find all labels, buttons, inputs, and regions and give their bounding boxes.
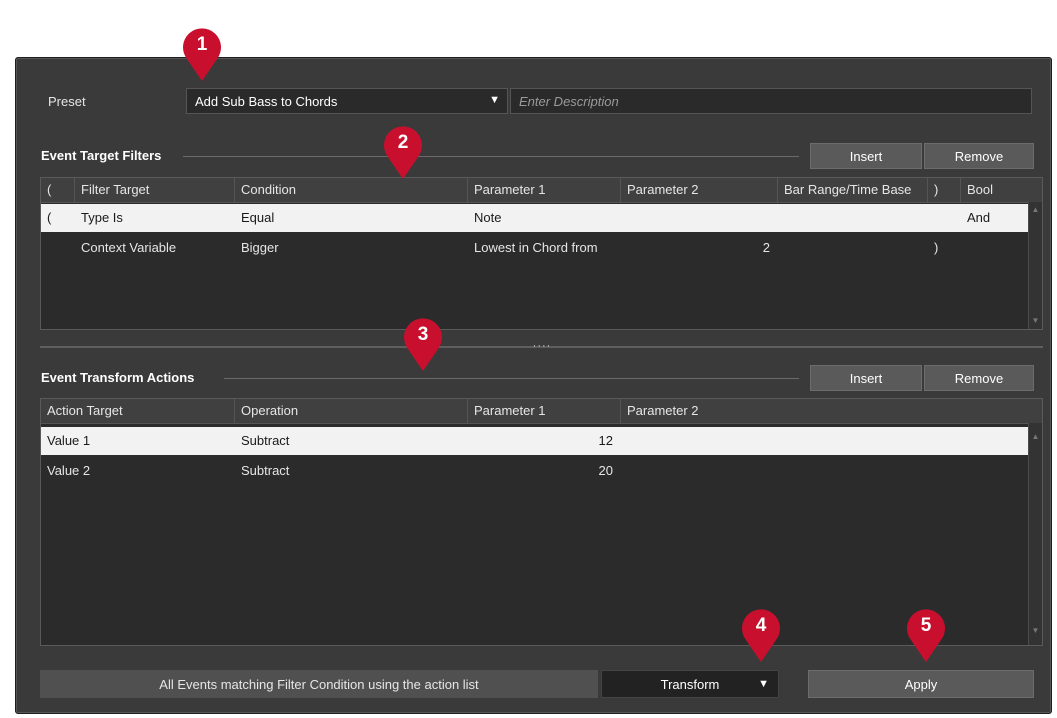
cell-bar-range[interactable] [778,234,928,262]
column-header[interactable]: Condition [235,178,468,202]
function-description: All Events matching Filter Condition usi… [40,670,598,698]
callout-marker-4: 4 [739,605,783,663]
cell-bool[interactable] [961,234,1030,262]
description-placeholder: Enter Description [519,93,619,109]
actions-scrollbar[interactable]: ▲ ▼ [1028,423,1042,645]
filters-title-rule [183,156,799,157]
preset-label: Preset [48,94,86,109]
actions-title-rule [224,378,799,379]
callout-marker-3: 3 [401,314,445,372]
cell-action-target[interactable]: Value 2 [41,457,235,485]
column-header[interactable]: Parameter 2 [621,178,778,202]
column-header[interactable]: Parameter 1 [468,399,621,423]
actions-table-header: Action Target Operation Parameter 1 Para… [41,399,1042,424]
filters-section-title: Event Target Filters [41,148,162,163]
cell-open-paren[interactable] [41,234,75,262]
cell-open-paren[interactable]: ( [41,204,75,232]
table-row[interactable]: ( Type Is Equal Note And [41,204,1028,232]
cell-parameter-1[interactable]: 20 [468,457,621,485]
column-header[interactable]: Operation [235,399,468,423]
filters-table: ( Filter Target Condition Parameter 1 Pa… [40,177,1043,330]
callout-number: 4 [755,615,767,636]
filters-table-header: ( Filter Target Condition Parameter 1 Pa… [41,178,1042,203]
callout-marker-2: 2 [381,122,425,180]
actions-insert-button[interactable]: Insert [810,365,922,391]
function-selected-value: Transform [660,676,720,692]
actions-remove-button[interactable]: Remove [924,365,1034,391]
cell-close-paren[interactable]: ) [928,234,961,262]
column-header[interactable]: Bool [961,178,1030,202]
scroll-up-icon[interactable]: ▲ [1029,204,1042,216]
apply-button[interactable]: Apply [808,670,1034,698]
callout-marker-5: 5 [904,605,948,663]
cell-parameter-2[interactable]: 2 [621,234,778,262]
cell-parameter-2[interactable] [621,427,1016,455]
cell-close-paren[interactable] [928,204,961,232]
preset-dropdown[interactable]: Add Sub Bass to Chords ▼ [186,88,508,114]
description-field[interactable]: Enter Description [510,88,1032,114]
cell-filter-target[interactable]: Type Is [75,204,235,232]
callout-marker-1: 1 [180,24,224,82]
preset-selected-value: Add Sub Bass to Chords [195,93,338,109]
splitter-grip-icon[interactable]: ···· [528,341,556,352]
column-header[interactable]: ) [928,178,961,202]
dropdown-arrow-icon: ▼ [758,678,769,690]
cell-condition[interactable]: Bigger [235,234,468,262]
cell-parameter-1[interactable]: 12 [468,427,621,455]
table-row[interactable]: Context Variable Bigger Lowest in Chord … [41,234,1028,262]
cell-parameter-1[interactable]: Note [468,204,621,232]
column-header[interactable]: Action Target [41,399,235,423]
column-header[interactable]: ( [41,178,75,202]
callout-number: 3 [417,324,429,345]
cell-bar-range[interactable] [778,204,928,232]
scroll-down-icon[interactable]: ▼ [1029,625,1042,637]
cell-action-target[interactable]: Value 1 [41,427,235,455]
cell-parameter-1[interactable]: Lowest in Chord from [468,234,621,262]
column-header[interactable]: Parameter 2 [621,399,1030,423]
cell-parameter-2[interactable] [621,457,1016,485]
dropdown-arrow-icon: ▼ [489,94,500,106]
column-header[interactable]: Parameter 1 [468,178,621,202]
callout-number: 5 [920,615,932,636]
actions-table: Action Target Operation Parameter 1 Para… [40,398,1043,646]
filters-remove-button[interactable]: Remove [924,143,1034,169]
column-header[interactable]: Filter Target [75,178,235,202]
callout-number: 1 [196,34,208,55]
column-header[interactable]: Bar Range/Time Base [778,178,928,202]
cell-condition[interactable]: Equal [235,204,468,232]
table-row[interactable]: Value 1 Subtract 12 [41,427,1028,455]
callout-number: 2 [397,132,409,153]
scroll-up-icon[interactable]: ▲ [1029,431,1042,443]
function-dropdown[interactable]: Transform ▼ [601,670,779,698]
cell-operation[interactable]: Subtract [235,457,468,485]
filters-scrollbar[interactable]: ▲ ▼ [1028,202,1042,329]
filters-insert-button[interactable]: Insert [810,143,922,169]
cell-parameter-2[interactable] [621,204,778,232]
cell-bool[interactable]: And [961,204,1030,232]
cell-filter-target[interactable]: Context Variable [75,234,235,262]
actions-section-title: Event Transform Actions [41,370,195,385]
cell-operation[interactable]: Subtract [235,427,468,455]
table-row[interactable]: Value 2 Subtract 20 [41,457,1028,485]
scroll-down-icon[interactable]: ▼ [1029,315,1042,327]
